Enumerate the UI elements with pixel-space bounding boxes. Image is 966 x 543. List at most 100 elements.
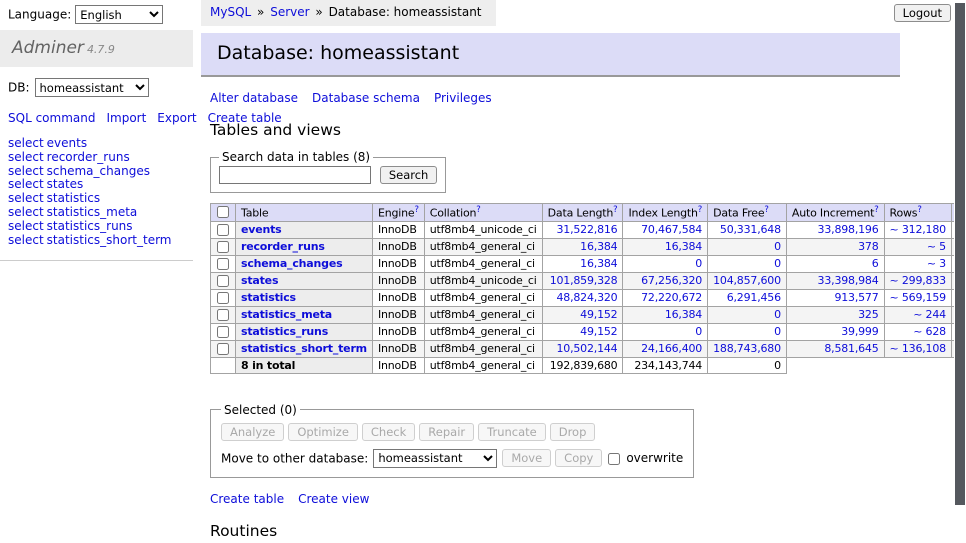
select-link[interactable]: select (8, 219, 44, 233)
sidebar-action-link[interactable]: Export (157, 111, 196, 125)
data-free-link[interactable]: 104,857,600 (713, 274, 781, 287)
logout-button[interactable]: Logout (894, 4, 951, 22)
auto-increment-link[interactable]: 913,577 (834, 291, 878, 304)
data-free-link[interactable]: 0 (774, 257, 781, 270)
sidebar-action-link[interactable]: Create table (208, 111, 282, 125)
data-free-link[interactable]: 0 (774, 325, 781, 338)
table-name-link[interactable]: events (241, 223, 282, 236)
row-checkbox[interactable] (217, 241, 229, 253)
rows-link[interactable]: ~ 569,159 (890, 291, 946, 304)
table-link[interactable]: statistics_short_term (47, 233, 172, 247)
row-checkbox[interactable] (217, 292, 229, 304)
table-name-link[interactable]: statistics_meta (241, 308, 332, 321)
column-help-link[interactable]: ? (917, 205, 921, 215)
sidebar-action-link[interactable]: SQL command (8, 111, 95, 125)
index-length-link[interactable]: 0 (695, 257, 702, 270)
row-checkbox[interactable] (217, 343, 229, 355)
scrollbar-thumb[interactable] (955, 3, 965, 505)
row-checkbox[interactable] (217, 326, 229, 338)
table-name-link[interactable]: recorder_runs (241, 240, 325, 253)
select-link[interactable]: select (8, 191, 44, 205)
auto-increment-link[interactable]: 6 (872, 257, 879, 270)
index-length-link[interactable]: 16,384 (665, 308, 702, 321)
table-name-link[interactable]: statistics (241, 291, 296, 304)
rows-link[interactable]: ~ 312,180 (890, 223, 946, 236)
auto-increment-link[interactable]: 8,581,645 (824, 342, 878, 355)
search-input[interactable] (219, 166, 371, 184)
create-link[interactable]: Create table (210, 492, 284, 506)
select-link[interactable]: select (8, 205, 44, 219)
rows-link[interactable]: ~ 628 (913, 325, 946, 338)
auto-increment-link[interactable]: 33,398,984 (818, 274, 879, 287)
select-link[interactable]: select (8, 233, 44, 247)
row-checkbox[interactable] (217, 224, 229, 236)
table-link[interactable]: states (47, 177, 84, 191)
index-length-link[interactable]: 67,256,320 (641, 274, 702, 287)
rows-link[interactable]: ~ 244 (913, 308, 946, 321)
row-checkbox[interactable] (217, 275, 229, 287)
column-help-link[interactable]: ? (698, 205, 702, 215)
move-db-select[interactable]: homeassistant (373, 449, 497, 468)
database-nav-link[interactable]: Database schema (312, 91, 420, 105)
breadcrumb-link[interactable]: Server (270, 5, 309, 19)
table-name-link[interactable]: statistics_short_term (241, 342, 367, 355)
column-help-link[interactable]: ? (476, 205, 480, 215)
data-free-link[interactable]: 50,331,648 (720, 223, 781, 236)
overwrite-checkbox[interactable] (608, 453, 620, 465)
select-link[interactable]: select (8, 136, 44, 150)
auto-increment-link[interactable]: 33,898,196 (818, 223, 879, 236)
row-checkbox[interactable] (217, 258, 229, 270)
data-length-link[interactable]: 49,152 (580, 325, 617, 338)
data-length-link[interactable]: 31,522,816 (556, 223, 617, 236)
breadcrumb-link[interactable]: MySQL (210, 5, 251, 19)
data-length-link[interactable]: 10,502,144 (556, 342, 617, 355)
column-help-link[interactable]: ? (414, 205, 418, 215)
rows-link[interactable]: ~ 5 (927, 240, 946, 253)
row-checkbox[interactable] (217, 309, 229, 321)
index-length-link[interactable]: 72,220,672 (641, 291, 702, 304)
search-button[interactable]: Search (380, 166, 438, 184)
select-link[interactable]: select (8, 177, 44, 191)
table-name-link[interactable]: states (241, 274, 278, 287)
rows-link[interactable]: ~ 299,833 (890, 274, 946, 287)
sidebar-action-link[interactable]: Import (106, 111, 146, 125)
auto-increment-link[interactable]: 378 (858, 240, 878, 253)
scrollbar-track[interactable] (954, 0, 966, 543)
create-link[interactable]: Create view (298, 492, 369, 506)
table-name-link[interactable]: schema_changes (241, 257, 342, 270)
language-select[interactable]: English (75, 5, 163, 24)
index-length-link[interactable]: 16,384 (665, 240, 702, 253)
table-link[interactable]: statistics_runs (47, 219, 133, 233)
auto-increment-link[interactable]: 39,999 (841, 325, 878, 338)
data-length-link[interactable]: 49,152 (580, 308, 617, 321)
data-length-link[interactable]: 16,384 (580, 257, 617, 270)
table-link[interactable]: schema_changes (47, 164, 150, 178)
auto-increment-link[interactable]: 325 (858, 308, 878, 321)
table-name-link[interactable]: statistics_runs (241, 325, 328, 338)
table-link[interactable]: statistics_meta (47, 205, 138, 219)
database-nav-link[interactable]: Privileges (434, 91, 492, 105)
data-length-link[interactable]: 101,859,328 (550, 274, 618, 287)
data-free-link[interactable]: 6,291,456 (727, 291, 781, 304)
select-link[interactable]: select (8, 164, 44, 178)
rows-link[interactable]: ~ 136,108 (890, 342, 946, 355)
db-select[interactable]: homeassistant (35, 78, 149, 97)
table-link[interactable]: statistics (47, 191, 101, 205)
table-link[interactable]: recorder_runs (47, 150, 130, 164)
data-length-link[interactable]: 48,824,320 (556, 291, 617, 304)
database-nav-link[interactable]: Alter database (210, 91, 298, 105)
column-help-link[interactable]: ? (613, 205, 617, 215)
data-length-link[interactable]: 16,384 (580, 240, 617, 253)
data-free-link[interactable]: 188,743,680 (713, 342, 781, 355)
index-length-link[interactable]: 0 (695, 325, 702, 338)
data-free-link[interactable]: 0 (774, 240, 781, 253)
index-length-link[interactable]: 24,166,400 (641, 342, 702, 355)
column-help-link[interactable]: ? (874, 205, 878, 215)
data-free-link[interactable]: 0 (774, 308, 781, 321)
table-link[interactable]: events (47, 136, 87, 150)
column-help-link[interactable]: ? (764, 205, 768, 215)
index-length-link[interactable]: 70,467,584 (641, 223, 702, 236)
select-all-checkbox[interactable] (217, 206, 229, 218)
rows-link[interactable]: ~ 3 (927, 257, 946, 270)
select-link[interactable]: select (8, 150, 44, 164)
